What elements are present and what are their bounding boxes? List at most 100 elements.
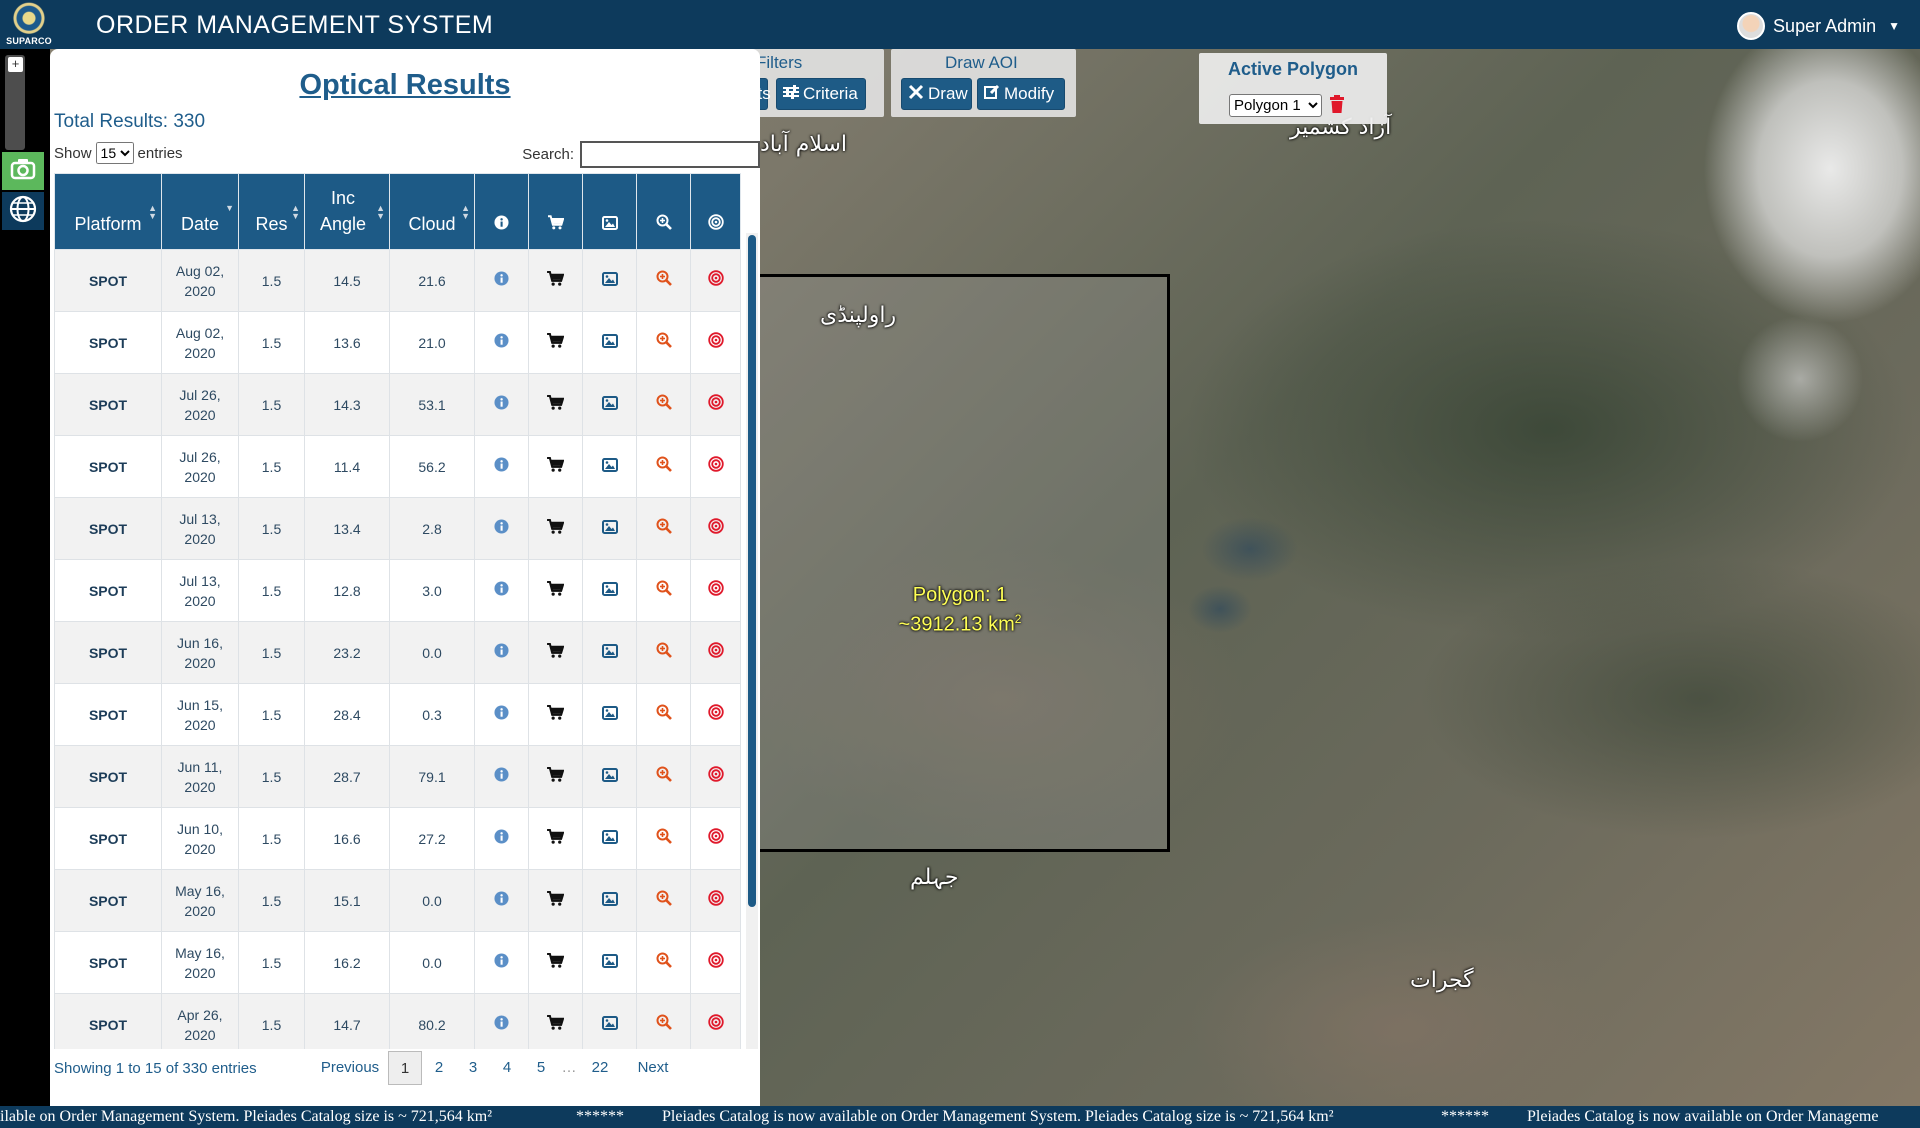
table-scrollbar[interactable]: [746, 233, 758, 1049]
info-icon[interactable]: [494, 705, 509, 725]
image-icon[interactable]: [601, 891, 618, 911]
pagination-page-1[interactable]: 1: [388, 1051, 422, 1085]
cart-icon[interactable]: [547, 333, 565, 353]
draw-button[interactable]: Draw: [901, 78, 972, 110]
image-icon[interactable]: [601, 953, 618, 973]
image-icon[interactable]: [601, 333, 618, 353]
cell-target: [690, 745, 741, 808]
scrollbar-thumb[interactable]: [748, 235, 756, 907]
info-icon[interactable]: [494, 581, 509, 601]
target-icon[interactable]: [707, 456, 724, 477]
target-icon[interactable]: [707, 952, 724, 973]
image-icon[interactable]: [601, 705, 618, 725]
column-header-res[interactable]: Res ▲ ▼: [238, 173, 305, 250]
image-icon[interactable]: [601, 767, 618, 787]
target-icon[interactable]: [707, 270, 724, 291]
criteria-button[interactable]: Criteria: [776, 78, 866, 110]
zoom-in-icon[interactable]: [656, 270, 672, 291]
zoom-in-icon[interactable]: [656, 456, 672, 477]
target-icon[interactable]: [707, 518, 724, 539]
pagination-page-22[interactable]: 22: [580, 1051, 620, 1085]
column-header-date[interactable]: Date ▼: [161, 173, 239, 250]
cell-info: [474, 435, 529, 498]
info-icon[interactable]: [494, 1015, 509, 1035]
image-icon[interactable]: [601, 643, 618, 663]
info-icon[interactable]: [494, 333, 509, 353]
cart-icon[interactable]: [547, 953, 565, 973]
zoom-in-icon[interactable]: [656, 518, 672, 539]
info-icon[interactable]: [494, 395, 509, 415]
target-icon[interactable]: [707, 890, 724, 911]
image-icon[interactable]: [601, 519, 618, 539]
target-icon[interactable]: [707, 1014, 724, 1035]
info-icon[interactable]: [494, 891, 509, 911]
info-icon[interactable]: [494, 271, 509, 291]
optical-imagery-button[interactable]: [2, 152, 44, 190]
cart-icon[interactable]: [547, 271, 565, 291]
image-icon[interactable]: [601, 271, 618, 291]
column-header-platform[interactable]: Platform ▲ ▼: [54, 173, 162, 250]
info-icon[interactable]: [494, 953, 509, 973]
zoom-in-icon[interactable]: [656, 642, 672, 663]
zoom-in-icon[interactable]: [656, 580, 672, 601]
cart-icon[interactable]: [547, 643, 565, 663]
info-icon[interactable]: [494, 519, 509, 539]
target-icon[interactable]: [707, 704, 724, 725]
target-icon[interactable]: [707, 332, 724, 353]
polygon-select[interactable]: Polygon 1: [1229, 94, 1322, 117]
pagination-next[interactable]: Next: [626, 1051, 680, 1085]
cell-cloud: 0.3: [389, 683, 475, 746]
pagination-page-5[interactable]: 5: [524, 1051, 558, 1085]
cart-icon[interactable]: [547, 1015, 565, 1035]
cart-icon[interactable]: [547, 829, 565, 849]
cart-icon[interactable]: [547, 395, 565, 415]
info-icon[interactable]: [494, 457, 509, 477]
zoom-in-icon[interactable]: [656, 890, 672, 911]
page-length-select[interactable]: 15: [95, 142, 134, 164]
pagination-previous[interactable]: Previous: [320, 1051, 380, 1085]
column-header-inc-angle[interactable]: Inc Angle ▲ ▼: [304, 173, 390, 250]
info-icon[interactable]: [494, 767, 509, 787]
image-icon[interactable]: [601, 457, 618, 477]
zoom-in-icon[interactable]: [656, 828, 672, 849]
target-icon[interactable]: [707, 580, 724, 601]
cell-platform: SPOT: [54, 993, 162, 1049]
info-icon[interactable]: [494, 643, 509, 663]
zoom-in-icon[interactable]: [656, 766, 672, 787]
cart-icon[interactable]: [547, 457, 565, 477]
cart-icon[interactable]: [547, 891, 565, 911]
cart-icon[interactable]: [547, 705, 565, 725]
info-icon[interactable]: [494, 829, 509, 849]
zoom-in-icon[interactable]: [656, 952, 672, 973]
aoi-polygon[interactable]: [740, 274, 1170, 852]
globe-button[interactable]: [2, 192, 44, 230]
pagination-page-2[interactable]: 2: [422, 1051, 456, 1085]
cell-cart: [528, 435, 583, 498]
target-icon[interactable]: [707, 394, 724, 415]
zoom-in-button[interactable]: +: [8, 57, 23, 72]
zoom-in-icon[interactable]: [656, 394, 672, 415]
image-icon[interactable]: [601, 829, 618, 849]
target-icon[interactable]: [707, 828, 724, 849]
pagination-page-4[interactable]: 4: [490, 1051, 524, 1085]
cart-icon[interactable]: [547, 581, 565, 601]
image-icon[interactable]: [601, 581, 618, 601]
user-menu[interactable]: Super Admin ▼: [1737, 12, 1900, 40]
target-icon[interactable]: [707, 642, 724, 663]
column-header-cloud[interactable]: Cloud ▲ ▼: [389, 173, 475, 250]
search-input[interactable]: [580, 141, 760, 168]
cart-icon[interactable]: [547, 767, 565, 787]
column-label-inc-angle: Inc Angle: [319, 188, 367, 234]
trash-icon[interactable]: [1330, 95, 1348, 117]
pagination-page-3[interactable]: 3: [456, 1051, 490, 1085]
table-row: SPOT Jul 13, 2020 1.5 12.8 3.0: [54, 559, 741, 622]
zoom-in-icon[interactable]: [656, 1014, 672, 1035]
target-icon[interactable]: [707, 766, 724, 787]
modify-button[interactable]: Modify: [977, 78, 1065, 110]
image-icon[interactable]: [601, 1015, 618, 1035]
cart-icon[interactable]: [547, 519, 565, 539]
zoom-in-icon[interactable]: [656, 332, 672, 353]
column-label-platform: Platform: [74, 214, 142, 234]
image-icon[interactable]: [601, 395, 618, 415]
zoom-in-icon[interactable]: [656, 704, 672, 725]
